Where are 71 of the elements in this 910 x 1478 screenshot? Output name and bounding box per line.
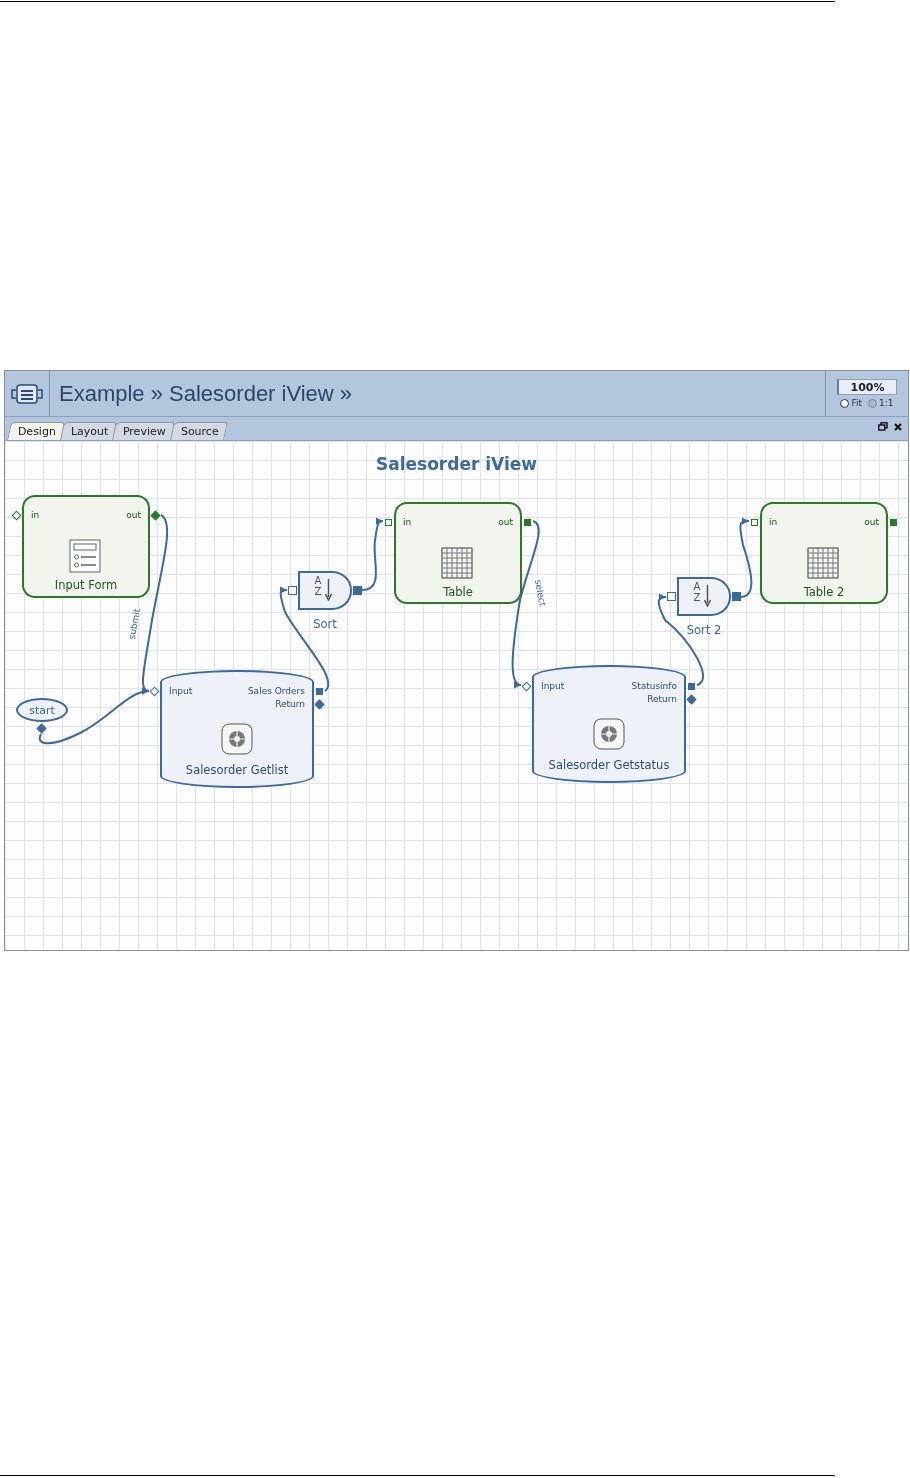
port-marker[interactable] xyxy=(732,592,741,601)
node-label: Table xyxy=(442,585,474,599)
port-marker[interactable] xyxy=(36,723,47,734)
tab[interactable]: Source xyxy=(170,422,228,440)
sort-node[interactable] xyxy=(298,571,352,610)
port-label: out xyxy=(864,517,879,527)
port-marker[interactable] xyxy=(385,518,392,526)
port-marker[interactable] xyxy=(524,518,531,526)
link-label: select xyxy=(533,578,548,608)
view-node[interactable] xyxy=(22,495,150,598)
link-label: submit xyxy=(126,607,143,641)
zoom-radio[interactable]: Fit xyxy=(840,398,863,408)
port-marker[interactable] xyxy=(11,510,22,520)
port-marker[interactable] xyxy=(890,518,897,526)
table-icon xyxy=(440,546,474,580)
view-node[interactable] xyxy=(760,502,888,604)
port-label: Input xyxy=(541,681,565,691)
restore-icon[interactable] xyxy=(878,422,888,431)
table-icon xyxy=(806,546,840,580)
port-marker[interactable] xyxy=(686,694,697,704)
port-label: Statusinfo xyxy=(631,681,677,691)
node-label: Sort 2 xyxy=(685,623,723,637)
zoom-field[interactable]: 100% xyxy=(837,379,897,395)
node-label: Input Form xyxy=(53,578,119,592)
port-marker[interactable] xyxy=(353,586,362,595)
port-label: in xyxy=(31,510,40,520)
service-icon xyxy=(593,718,625,750)
diagram-title: Salesorder iView xyxy=(376,454,537,474)
port-marker[interactable] xyxy=(150,510,161,520)
sort-node[interactable] xyxy=(677,577,731,616)
port-label: out xyxy=(498,517,513,527)
close-icon[interactable] xyxy=(894,422,902,431)
sort-glyph: A Z xyxy=(314,575,322,597)
port-label: out xyxy=(126,510,141,520)
node-label: Salesorder Getstatus xyxy=(547,758,671,772)
down-arrow-icon xyxy=(325,579,332,601)
port-marker[interactable] xyxy=(314,699,325,709)
tab[interactable]: Design xyxy=(7,422,65,440)
start-node[interactable]: start xyxy=(16,698,68,722)
connector-arrow[interactable] xyxy=(739,517,753,598)
port-marker[interactable] xyxy=(521,681,532,691)
tab[interactable]: Preview xyxy=(112,422,176,440)
node-label: Table 2 xyxy=(802,585,846,599)
service-icon xyxy=(221,723,253,755)
tab[interactable]: Layout xyxy=(60,422,118,440)
service-node[interactable] xyxy=(532,665,686,783)
port-label: Return xyxy=(275,699,305,709)
port-label: in xyxy=(403,517,412,527)
down-arrow-icon xyxy=(704,585,711,607)
port-label: Input xyxy=(169,686,193,696)
view-icon xyxy=(10,382,44,405)
port-marker[interactable] xyxy=(316,687,323,695)
port-marker[interactable] xyxy=(688,682,695,690)
zoom-radio[interactable]: 1:1 xyxy=(868,398,894,408)
connector-arrow[interactable] xyxy=(361,517,384,591)
port-label: Sales Orders xyxy=(247,686,305,696)
form-icon xyxy=(68,539,102,573)
view-node[interactable] xyxy=(394,502,522,604)
port-marker[interactable] xyxy=(667,592,676,601)
port-marker[interactable] xyxy=(751,518,758,526)
breadcrumb-title: Example » Salesorder iView » xyxy=(59,380,353,407)
service-node[interactable] xyxy=(160,670,314,788)
sort-glyph: A Z xyxy=(693,581,701,603)
node-label: Salesorder Getlist xyxy=(184,763,290,777)
node-label: Sort xyxy=(312,617,338,631)
radio-dot[interactable] xyxy=(840,398,850,408)
port-label: in xyxy=(769,517,778,527)
port-label: Return xyxy=(647,694,677,704)
port-marker[interactable] xyxy=(149,686,160,696)
port-marker[interactable] xyxy=(288,586,297,595)
radio-dot[interactable] xyxy=(868,398,878,408)
